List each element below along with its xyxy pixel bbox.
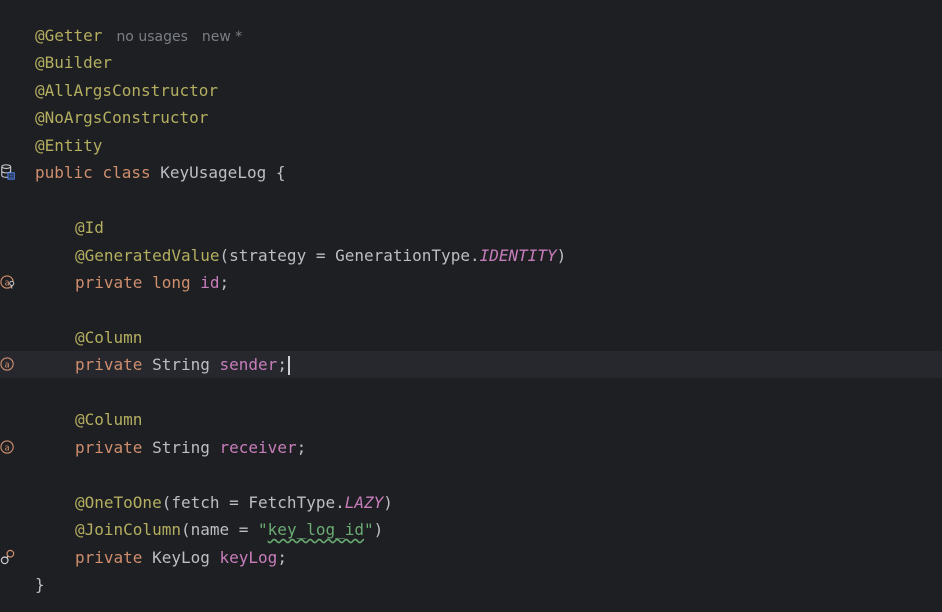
annotation-builder: @Builder [35,53,113,72]
close-paren: ) [383,493,393,512]
code-line-entity[interactable]: @Entity [0,132,942,159]
code-line-id-field[interactable]: a private long id; [0,269,942,296]
text-caret [287,356,290,375]
one-to-one-args: (fetch = FetchType. [161,493,345,512]
semicolon: ; [277,355,287,374]
relation-icon[interactable] [0,549,16,565]
field-attribute-icon[interactable]: a [0,439,16,455]
annotation-column: @Column [75,410,143,429]
svg-text:a: a [4,359,9,369]
join-column-value[interactable]: key_log_id [268,520,364,539]
annotation-generated-value: @GeneratedValue [75,246,220,265]
lazy-constant[interactable]: LAZY [345,493,384,512]
code-line-column-1[interactable]: @Column [0,324,942,351]
field-receiver[interactable]: receiver [220,438,297,457]
type-string[interactable]: String [152,355,210,374]
close-paren: ) [556,246,567,265]
quote-open: " [258,520,268,539]
code-line-one-to-one[interactable]: @OneToOne(fetch = FetchType.LAZY) [0,489,942,516]
code-line-noargs[interactable]: @NoArgsConstructor [0,104,942,131]
code-line-builder[interactable]: @Builder [0,49,942,76]
id-field-icon[interactable]: a [0,274,16,290]
identity-constant[interactable]: IDENTITY [480,246,557,265]
join-column-args: (name = [180,520,259,539]
code-line-generated-value[interactable]: @GeneratedValue(strategy = GenerationTyp… [0,242,942,269]
code-line-allargs[interactable]: @AllArgsConstructor [0,77,942,104]
field-keylog[interactable]: keyLog [220,548,278,567]
annotation-allargs: @AllArgsConstructor [35,81,219,100]
code-line-id-annotation[interactable]: @Id [0,214,942,241]
keyword-public: public [35,163,93,182]
field-id[interactable]: id [200,273,219,292]
svg-text:a: a [4,277,9,287]
annotation-getter: @Getter [35,26,103,45]
annotation-join-column: @JoinColumn [75,520,181,539]
keyword-private: private [75,548,143,567]
class-name[interactable]: KeyUsageLog [160,163,266,182]
semicolon: ; [277,548,287,567]
code-editor[interactable]: @Getter no usages new * @Builder @AllArgsC… [0,0,942,612]
annotation-column: @Column [75,328,143,347]
code-line-keylog-field[interactable]: private KeyLog keyLog; [0,544,942,571]
type-string[interactable]: String [152,438,210,457]
quote-close: " [364,520,374,539]
code-line-receiver-field[interactable]: a private String receiver; [0,434,942,461]
close-paren: ) [373,520,384,539]
semicolon: ; [296,438,307,457]
annotation-one-to-one: @OneToOne [75,493,162,512]
usages-hint[interactable]: no usages [116,29,187,45]
code-line-join-column[interactable]: @JoinColumn(name = "key_log_id") [0,516,942,543]
annotation-id: @Id [75,218,104,237]
keyword-class: class [102,163,151,182]
code-line-class-decl[interactable]: public class KeyUsageLog { [0,159,942,186]
open-brace: { [275,163,286,182]
code-line-getter[interactable]: @Getter no usages new * [0,22,942,49]
code-line-close-brace[interactable]: } [0,571,942,598]
svg-text:a: a [4,442,9,452]
field-attribute-icon[interactable]: a [0,356,16,372]
close-brace: } [35,575,45,594]
type-keylog[interactable]: KeyLog [152,548,210,567]
generated-args: (strategy = GenerationType. [219,246,480,265]
database-entity-icon[interactable] [0,164,16,180]
keyword-private: private [75,273,143,292]
semicolon: ; [219,273,230,292]
code-line-sender-field[interactable]: a private String sender; [0,351,942,378]
keyword-private: private [75,438,143,457]
keyword-private: private [75,355,143,374]
code-line-column-2[interactable]: @Column [0,406,942,433]
keyword-long: long [152,273,191,292]
field-sender[interactable]: sender [220,355,278,374]
new-hint[interactable]: new * [202,29,242,45]
annotation-noargs: @NoArgsConstructor [35,108,209,127]
annotation-entity: @Entity [35,136,103,155]
